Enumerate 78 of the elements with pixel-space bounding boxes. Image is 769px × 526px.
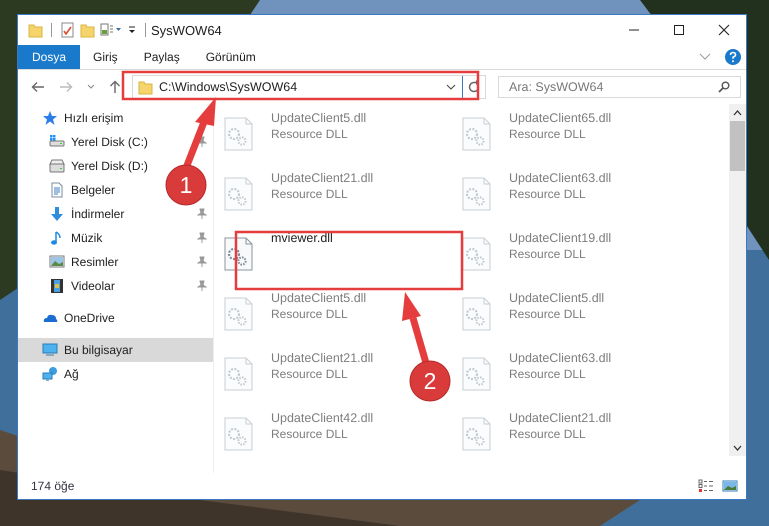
sidebar-icon <box>49 206 65 222</box>
properties-icon[interactable] <box>60 22 75 38</box>
file-name[interactable]: UpdateClient21.dll <box>509 411 612 425</box>
sidebar-item[interactable]: Belgeler <box>49 182 116 198</box>
scrollbar-thumb[interactable] <box>730 121 745 171</box>
sidebar-icon <box>42 342 58 358</box>
sidebar-item[interactable]: Bu bilgisayar <box>18 338 213 362</box>
file-type: Resource DLL <box>271 367 349 381</box>
file-name[interactable]: UpdateClient42.dll <box>271 411 374 425</box>
forward-icon[interactable] <box>59 81 73 93</box>
file-name[interactable]: UpdateClient5.dll <box>509 291 604 305</box>
pin-icon[interactable] <box>197 256 207 268</box>
folder-icon[interactable] <box>28 22 43 38</box>
sidebar-item[interactable]: Resimler <box>49 254 118 270</box>
file-type: Resource DLL <box>509 127 587 141</box>
up-icon[interactable] <box>109 80 121 94</box>
file-name[interactable]: UpdateClient65.dll <box>509 111 612 125</box>
view-dropdown-icon[interactable] <box>100 22 122 38</box>
expand-ribbon-icon[interactable] <box>699 53 711 61</box>
close-icon[interactable] <box>718 24 730 36</box>
file-type: Resource DLL <box>271 307 349 321</box>
back-icon[interactable] <box>31 81 45 93</box>
file-type: Resource DLL <box>509 247 587 261</box>
pin-icon[interactable] <box>197 208 207 220</box>
scrollbar[interactable] <box>729 104 746 456</box>
file-name[interactable]: UpdateClient19.dll <box>509 231 612 245</box>
file-type: Resource DLL <box>271 427 349 441</box>
large-icons-view-icon[interactable] <box>722 479 738 493</box>
ribbon-tab[interactable]: Görünüm <box>192 45 269 69</box>
sidebar-icon <box>49 182 65 198</box>
item-count: 174 öğe <box>31 479 74 493</box>
recent-caret-icon[interactable] <box>87 84 95 90</box>
sidebar-icon <box>49 158 65 174</box>
file-type: Resource DLL <box>271 187 349 201</box>
sidebar-icon <box>42 110 58 126</box>
sidebar-item[interactable]: Ağ <box>18 362 87 386</box>
file-name[interactable]: UpdateClient63.dll <box>509 171 612 185</box>
sidebar-item[interactable]: Yerel Disk (D:) <box>49 158 148 174</box>
new-folder-icon[interactable] <box>80 22 95 38</box>
sidebar-item[interactable]: İndirmeler <box>49 206 124 222</box>
file-type: Resource DLL <box>271 127 349 141</box>
sidebar-item[interactable]: Hızlı erişim <box>18 106 132 130</box>
ribbon-tab[interactable]: Giriş <box>80 45 131 69</box>
pin-icon[interactable] <box>197 136 207 148</box>
file-type: Resource DLL <box>509 187 587 201</box>
sidebar-item[interactable]: Yerel Disk (C:) <box>49 134 148 150</box>
pin-icon[interactable] <box>197 232 207 244</box>
step-badge: 1 <box>166 164 206 206</box>
sidebar-item[interactable]: Müzik <box>49 230 102 246</box>
dropdown-caret-icon[interactable] <box>446 84 456 90</box>
ribbon-tab[interactable]: Paylaş <box>130 45 193 69</box>
sidebar-item[interactable]: OneDrive <box>18 306 123 330</box>
address-bar[interactable]: C:\Windows\SysWOW64 <box>132 75 486 99</box>
file-name[interactable]: UpdateClient5.dll <box>271 111 366 125</box>
file-type: Resource DLL <box>509 367 587 381</box>
sidebar-item[interactable]: Videolar <box>49 278 115 294</box>
ribbon-tab[interactable]: Dosya <box>18 45 80 69</box>
file-name[interactable]: UpdateClient63.dll <box>509 351 612 365</box>
sidebar-icon <box>42 366 58 382</box>
file-type: Resource DLL <box>509 427 587 441</box>
file-name[interactable]: UpdateClient21.dll <box>271 171 374 185</box>
search-field[interactable]: Ara: SysWOW64 <box>498 76 741 98</box>
file-name[interactable]: mviewer.dll <box>271 231 333 245</box>
window-title: SysWOW64 <box>151 22 222 38</box>
help-icon[interactable] <box>725 49 741 65</box>
maximize-icon[interactable] <box>673 24 685 36</box>
sidebar-icon <box>49 278 65 294</box>
pin-icon[interactable] <box>197 280 207 292</box>
sidebar-icon <box>49 254 65 270</box>
file-name[interactable]: UpdateClient21.dll <box>271 351 374 365</box>
arrow <box>402 292 430 364</box>
file-type: Resource DLL <box>509 307 587 321</box>
address-text: C:\Windows\SysWOW64 <box>159 80 298 94</box>
file-name[interactable]: UpdateClient5.dll <box>271 291 366 305</box>
search-icon <box>718 81 730 93</box>
details-view-icon[interactable] <box>698 479 714 493</box>
step-badge: 2 <box>410 360 450 402</box>
folder-icon <box>138 79 153 95</box>
